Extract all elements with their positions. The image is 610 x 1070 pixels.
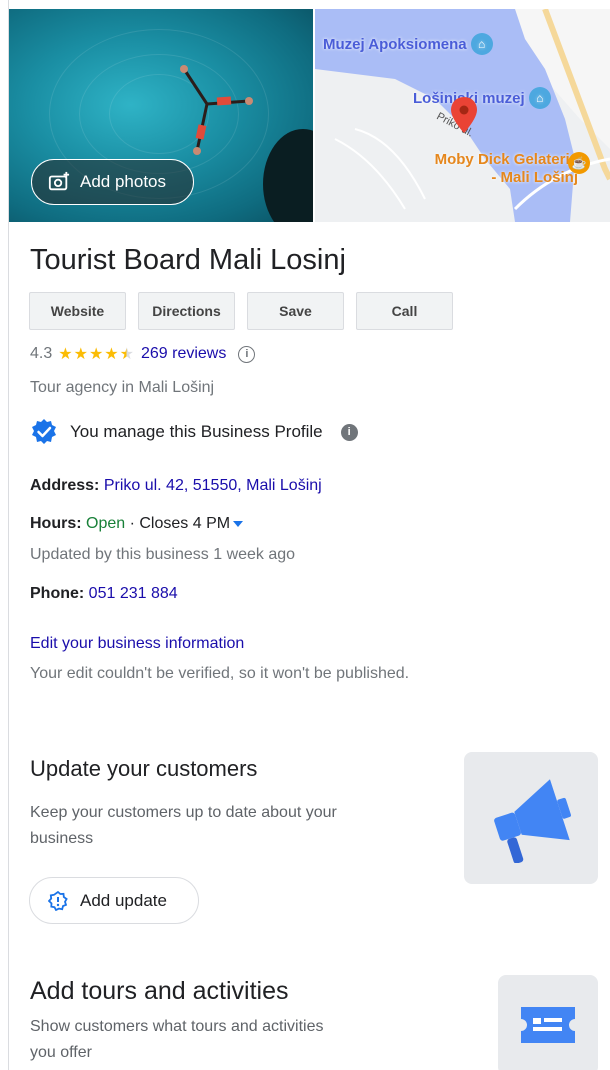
website-button[interactable]: Website bbox=[29, 292, 126, 330]
manage-profile-text: You manage this Business Profile bbox=[70, 422, 323, 441]
hours-updated: Updated by this business 1 week ago bbox=[30, 546, 296, 563]
add-update-label: Add update bbox=[80, 890, 167, 910]
add-photos-button[interactable]: Add photos bbox=[31, 159, 194, 205]
rating-row: 4.3 ★★★★★ 269 reviews i bbox=[30, 344, 256, 364]
map-pin-icon[interactable] bbox=[451, 97, 477, 133]
map-poi-museum-1[interactable]: Muzej Apoksiomena ⌂ bbox=[323, 33, 493, 55]
phone-row: Phone: 051 231 884 bbox=[30, 585, 178, 603]
save-button[interactable]: Save bbox=[247, 292, 344, 330]
megaphone-tile bbox=[464, 752, 598, 884]
add-update-button[interactable]: Add update bbox=[29, 877, 199, 924]
call-button[interactable]: Call bbox=[356, 292, 453, 330]
verified-badge-icon bbox=[32, 419, 56, 444]
add-photos-label: Add photos bbox=[80, 172, 167, 191]
hours-label: Hours: bbox=[30, 515, 82, 532]
address-label: Address: bbox=[30, 477, 100, 494]
tours-title: Add tours and activities bbox=[30, 977, 289, 1005]
tours-desc: Show customers what tours and activities… bbox=[30, 1018, 324, 1061]
rating-value: 4.3 bbox=[30, 345, 53, 362]
museum-icon: ⌂ bbox=[528, 87, 551, 109]
phone-link[interactable]: 051 231 884 bbox=[89, 585, 178, 602]
edit-note: Your edit couldn't be verified, so it wo… bbox=[30, 665, 410, 682]
update-alert-icon bbox=[48, 890, 68, 911]
business-name: Tourist Board Mali Losinj bbox=[30, 244, 346, 276]
cafe-icon: ☕ bbox=[568, 152, 590, 174]
hours-status: Open bbox=[86, 515, 126, 532]
add-photo-icon bbox=[48, 171, 70, 191]
megaphone-icon bbox=[494, 779, 571, 863]
info-icon[interactable]: i bbox=[340, 423, 358, 441]
update-customers-title: Update your customers bbox=[30, 756, 258, 781]
edit-business-link[interactable]: Edit your business information bbox=[30, 635, 244, 653]
action-buttons: Website Directions Save Call bbox=[29, 292, 453, 330]
chevron-down-icon[interactable] bbox=[233, 520, 244, 527]
map-poi-food[interactable]: Moby Dick Gelateria - Mali Lošinj bbox=[393, 151, 578, 187]
ticket-icon bbox=[521, 1007, 575, 1043]
business-category: Tour agency in Mali Lošinj bbox=[30, 379, 215, 396]
hours-closes[interactable]: Closes 4 PM bbox=[139, 515, 230, 532]
hero-photo[interactable]: Add photos bbox=[9, 9, 313, 222]
info-icon[interactable]: i bbox=[238, 345, 256, 363]
ticket-tile bbox=[498, 975, 598, 1070]
swimmers-illustration bbox=[180, 65, 253, 155]
update-customers-desc: Keep your customers up to date about you… bbox=[30, 804, 337, 847]
address-link[interactable]: Priko ul. 42, 51550, Mali Lošinj bbox=[104, 477, 322, 494]
directions-button[interactable]: Directions bbox=[138, 292, 235, 330]
museum-icon: ⌂ bbox=[470, 33, 493, 55]
reviews-link[interactable]: 269 reviews bbox=[141, 345, 226, 363]
hours-row: Hours: Open · Closes 4 PM bbox=[30, 515, 244, 533]
map-thumbnail[interactable]: Muzej Apoksiomena ⌂ Lošinjski muzej ⌂ Pr… bbox=[315, 9, 610, 222]
phone-label: Phone: bbox=[30, 585, 85, 602]
manage-profile-row: You manage this Business Profile i bbox=[30, 418, 358, 446]
map-poi-museum-2[interactable]: Lošinjski muzej ⌂ bbox=[413, 87, 551, 109]
star-rating-icon: ★★★★★ bbox=[58, 346, 135, 363]
address-row: Address: Priko ul. 42, 51550, Mali Lošin… bbox=[30, 477, 322, 495]
